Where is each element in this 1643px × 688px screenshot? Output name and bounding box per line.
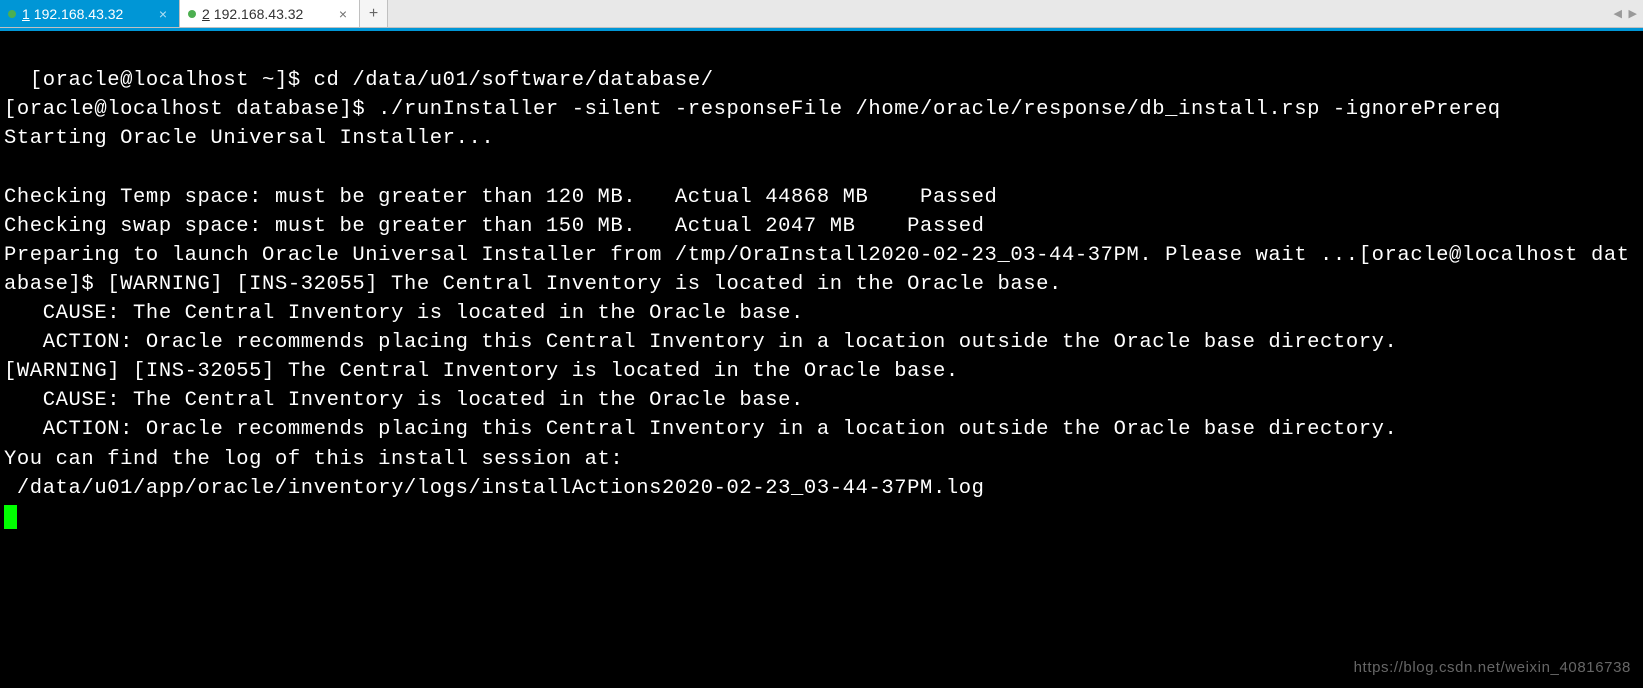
close-icon[interactable]: ×	[155, 6, 171, 22]
tab-nav-arrows[interactable]: ◀ ▶	[1607, 0, 1643, 27]
watermark-text: https://blog.csdn.net/weixin_40816738	[1354, 657, 1631, 678]
tab-label: 192.168.43.32	[34, 6, 147, 22]
add-tab-button[interactable]: +	[360, 0, 388, 27]
tab-session-1[interactable]: 1 192.168.43.32 ×	[0, 0, 180, 27]
terminal-cursor	[4, 505, 17, 529]
close-icon[interactable]: ×	[335, 6, 351, 22]
status-dot-icon	[188, 10, 196, 18]
terminal-pane[interactable]: [oracle@localhost ~]$ cd /data/u01/softw…	[0, 31, 1643, 688]
tab-label: 192.168.43.32	[214, 6, 327, 22]
nav-arrows-icon: ◀ ▶	[1613, 7, 1637, 21]
plus-icon: +	[369, 5, 379, 23]
tab-session-2[interactable]: 2 192.168.43.32 ×	[180, 0, 360, 27]
terminal-output: [oracle@localhost ~]$ cd /data/u01/softw…	[4, 69, 1630, 500]
tab-number: 2	[202, 6, 210, 22]
tab-bar: 1 192.168.43.32 × 2 192.168.43.32 × + ◀ …	[0, 0, 1643, 28]
tab-number: 1	[22, 6, 30, 22]
status-dot-icon	[8, 10, 16, 18]
